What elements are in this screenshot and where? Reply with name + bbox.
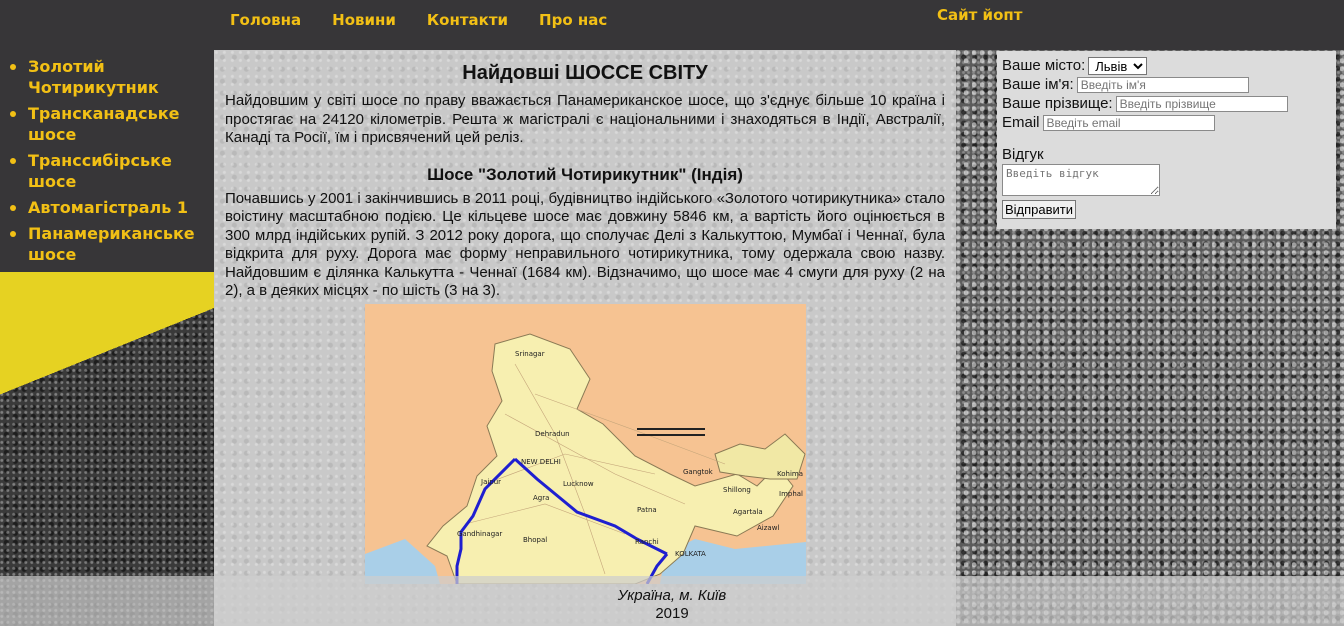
map-label-kolkata: KOLKATA (675, 550, 706, 558)
map-label-gangtok: Gangtok (683, 468, 714, 476)
map-label-new-delhi: NEW DELHI (521, 458, 561, 466)
map-label-srinagar: Srinagar (515, 350, 545, 358)
sidebar-item-trans-canada[interactable]: Трансканадське шосе (10, 103, 214, 145)
map-label-dehradun: Dehradun (535, 430, 570, 438)
map-label-imphal: Imphal (779, 490, 803, 498)
map-label-jaipur: Jaipur (480, 478, 501, 486)
surname-row: Ваше прізвище: (1002, 94, 1331, 113)
feedback-form: Ваше місто: Львів Ваше ім'я: Ваше прізви… (997, 51, 1336, 229)
city-select[interactable]: Львів (1088, 56, 1148, 75)
name-row: Ваше ім'я: (1002, 75, 1331, 94)
intro-paragraph: Найдовшим у світі шосе по праву вважаєть… (225, 92, 945, 146)
top-navigation-bar: Головна Новини Контакти Про нас Сайт йоп… (0, 0, 1344, 50)
email-input[interactable] (1042, 114, 1215, 131)
map-label-agartala: Agartala (733, 508, 763, 516)
city-label: Ваше місто: (1002, 57, 1086, 74)
name-input[interactable] (1076, 76, 1249, 93)
surname-input[interactable] (1115, 95, 1288, 112)
map-label-kohima: Kohima (777, 470, 803, 478)
map-label-patna: Patna (637, 506, 657, 514)
submit-button[interactable]: Відправити (1002, 200, 1077, 219)
main-content: Найдовші ШОССЕ СВІТУ Найдовшим у світі ш… (214, 50, 956, 626)
sidebar-menu: Золотий Чотирикутник Трансканадське шосе… (0, 50, 214, 272)
section-title: Шосе "Золотий Чотирикутник" (Індія) (427, 164, 743, 184)
india-map-graphic: NEW DELHI Lucknow Jaipur KOLKATA Bhopal … (365, 304, 806, 584)
sidebar-item-highway-1[interactable]: Автомагістраль 1 (10, 197, 214, 218)
india-map-image: NEW DELHI Lucknow Jaipur KOLKATA Bhopal … (365, 304, 806, 584)
nav-home-link[interactable]: Головна (230, 11, 301, 29)
nav-news-link[interactable]: Новини (332, 11, 396, 29)
email-label: Email (1002, 114, 1040, 131)
page-footer: Україна, м. Київ 2019 (0, 576, 1344, 626)
footer-location: Україна, м. Київ (617, 587, 727, 604)
sidebar-item-pan-american[interactable]: Панамериканське шосе (10, 223, 214, 265)
map-label-bhopal: Bhopal (523, 536, 547, 544)
nav-contacts-link[interactable]: Контакти (427, 11, 508, 29)
surname-label: Ваше прізвище: (1002, 95, 1113, 112)
page-title: Найдовші ШОССЕ СВІТУ (462, 62, 708, 84)
site-title: Сайт йопт (937, 6, 1023, 24)
section-paragraph: Почавшись у 2001 і закінчившись в 2011 р… (225, 189, 945, 300)
map-label-lucknow: Lucknow (563, 480, 594, 488)
review-textarea[interactable] (1002, 164, 1160, 196)
nav-about-link[interactable]: Про нас (539, 11, 607, 29)
sidebar-item-trans-siberian[interactable]: Транссибірське шосе (10, 150, 214, 192)
city-row: Ваше місто: Львів (1002, 56, 1331, 75)
sidebar-list: Золотий Чотирикутник Трансканадське шосе… (0, 56, 214, 265)
map-label-aizawl: Aizawl (757, 524, 779, 532)
map-label-agra: Agra (533, 494, 549, 502)
review-label: Відгук (1002, 146, 1044, 163)
sidebar-item-golden-quadrilateral[interactable]: Золотий Чотирикутник (10, 56, 214, 98)
email-row: Email (1002, 113, 1331, 132)
footer-year: 2019 (655, 605, 689, 622)
name-label: Ваше ім'я: (1002, 76, 1074, 93)
map-label-shillong: Shillong (723, 486, 751, 494)
map-label-ranchi: Ranchi (635, 538, 659, 546)
top-nav: Головна Новини Контакти Про нас (230, 11, 607, 29)
map-label-gandhinagar: Gandhinagar (457, 530, 502, 538)
